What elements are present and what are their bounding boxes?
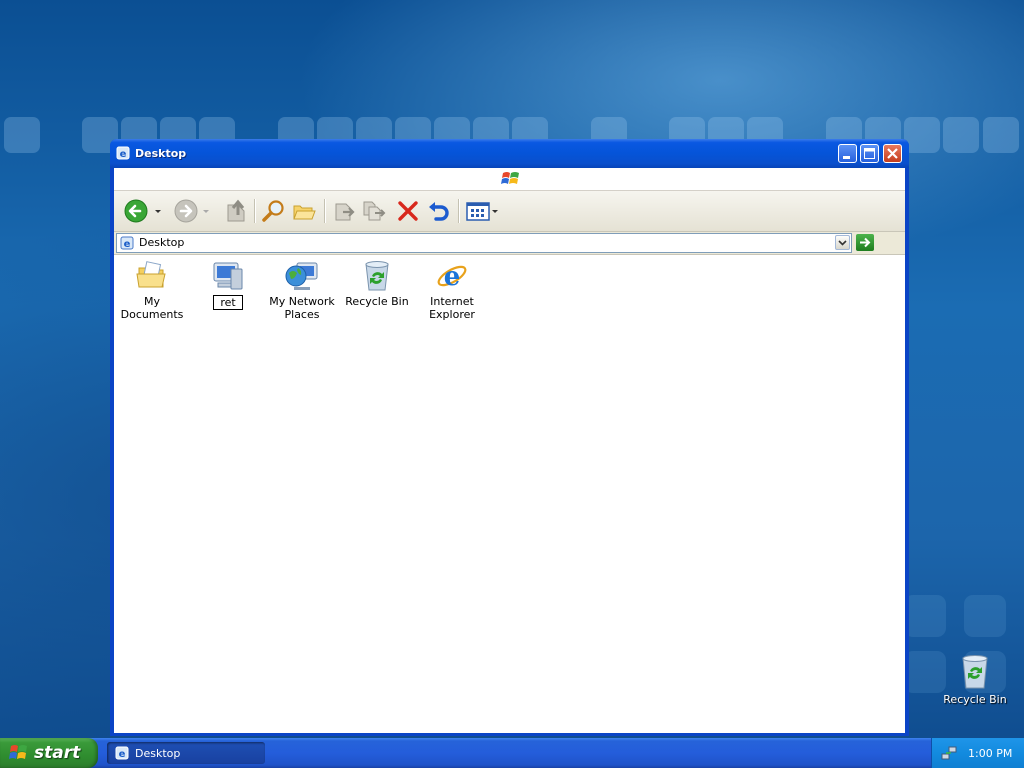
maximize-button[interactable] [860, 144, 879, 163]
item-my-documents[interactable]: My Documents [114, 259, 190, 321]
up-icon[interactable] [222, 197, 250, 225]
item-label: Internet Explorer [429, 295, 475, 321]
folders-icon[interactable] [290, 197, 318, 225]
clock[interactable]: 1:00 PM [968, 747, 1012, 760]
network-places-icon [285, 262, 318, 290]
search-icon[interactable] [260, 197, 288, 225]
toolbar [114, 191, 905, 232]
menu-bar [114, 168, 905, 191]
file-view[interactable]: My Documents ret My Network Places Recyc… [114, 255, 905, 733]
item-recycle-bin[interactable]: Recycle Bin [339, 259, 415, 308]
start-label: start [34, 743, 81, 763]
close-button[interactable] [883, 144, 902, 163]
recycle-bin-icon [962, 655, 988, 689]
recycle-bin-icon [365, 261, 389, 291]
maximize-icon [864, 148, 875, 159]
item-label: My Network Places [269, 295, 335, 321]
back-icon[interactable] [122, 197, 166, 225]
move-to-icon[interactable] [330, 197, 358, 225]
close-icon [887, 148, 898, 159]
desktop-recycle-bin[interactable]: Recycle Bin [942, 654, 1008, 706]
copy-to-icon[interactable] [360, 197, 388, 225]
internet-explorer-icon: e [437, 262, 467, 292]
item-my-network-places[interactable]: My Network Places [264, 259, 340, 321]
address-desktop-icon: e [120, 236, 134, 250]
address-bar: e Desktop [114, 232, 905, 255]
address-field[interactable]: e Desktop [116, 233, 852, 253]
go-button[interactable] [856, 234, 874, 251]
views-icon[interactable] [464, 197, 502, 225]
window-title: Desktop [135, 147, 187, 160]
taskbar-button-desktop[interactable]: e Desktop [107, 742, 265, 764]
minimize-icon [843, 156, 850, 159]
svg-text:e: e [119, 749, 126, 760]
system-tray: 1:00 PM [931, 738, 1024, 768]
window-client: e Desktop My Documents ret My Network Pl… [114, 168, 905, 733]
undo-icon[interactable] [424, 197, 452, 225]
item-label: My Documents [120, 295, 184, 321]
item-label-rename-field[interactable]: ret [213, 295, 243, 310]
forward-icon[interactable] [172, 197, 214, 225]
delete-icon[interactable] [394, 197, 422, 225]
desktop-window-icon: e [115, 746, 129, 760]
desktop-recycle-bin-label: Recycle Bin [943, 693, 1007, 706]
go-arrow-icon [860, 237, 871, 248]
network-connection-icon[interactable] [941, 745, 957, 761]
chevron-down-icon [838, 240, 847, 246]
title-bar[interactable]: e Desktop [110, 139, 909, 168]
address-text: Desktop [139, 236, 185, 249]
windows-logo-icon [9, 745, 27, 759]
taskbar: start e Desktop 1:00 PM [0, 738, 1024, 768]
explorer-window[interactable]: e Desktop e Desktop My Documents ret My … [110, 139, 909, 736]
desktop-window-icon: e [116, 146, 130, 160]
windows-logo-icon [501, 172, 519, 184]
item-my-computer[interactable]: ret [190, 259, 266, 310]
address-dropdown-button[interactable] [835, 235, 850, 250]
item-internet-explorer[interactable]: e Internet Explorer [414, 259, 490, 321]
my-documents-icon [136, 261, 166, 288]
svg-text:e: e [444, 262, 461, 292]
minimize-button[interactable] [838, 144, 857, 163]
taskbar-button-label: Desktop [135, 747, 181, 760]
item-label: Recycle Bin [345, 295, 409, 308]
my-computer-icon [213, 262, 243, 290]
svg-text:e: e [124, 239, 131, 250]
start-button[interactable]: start [0, 738, 98, 768]
svg-text:e: e [120, 149, 127, 160]
